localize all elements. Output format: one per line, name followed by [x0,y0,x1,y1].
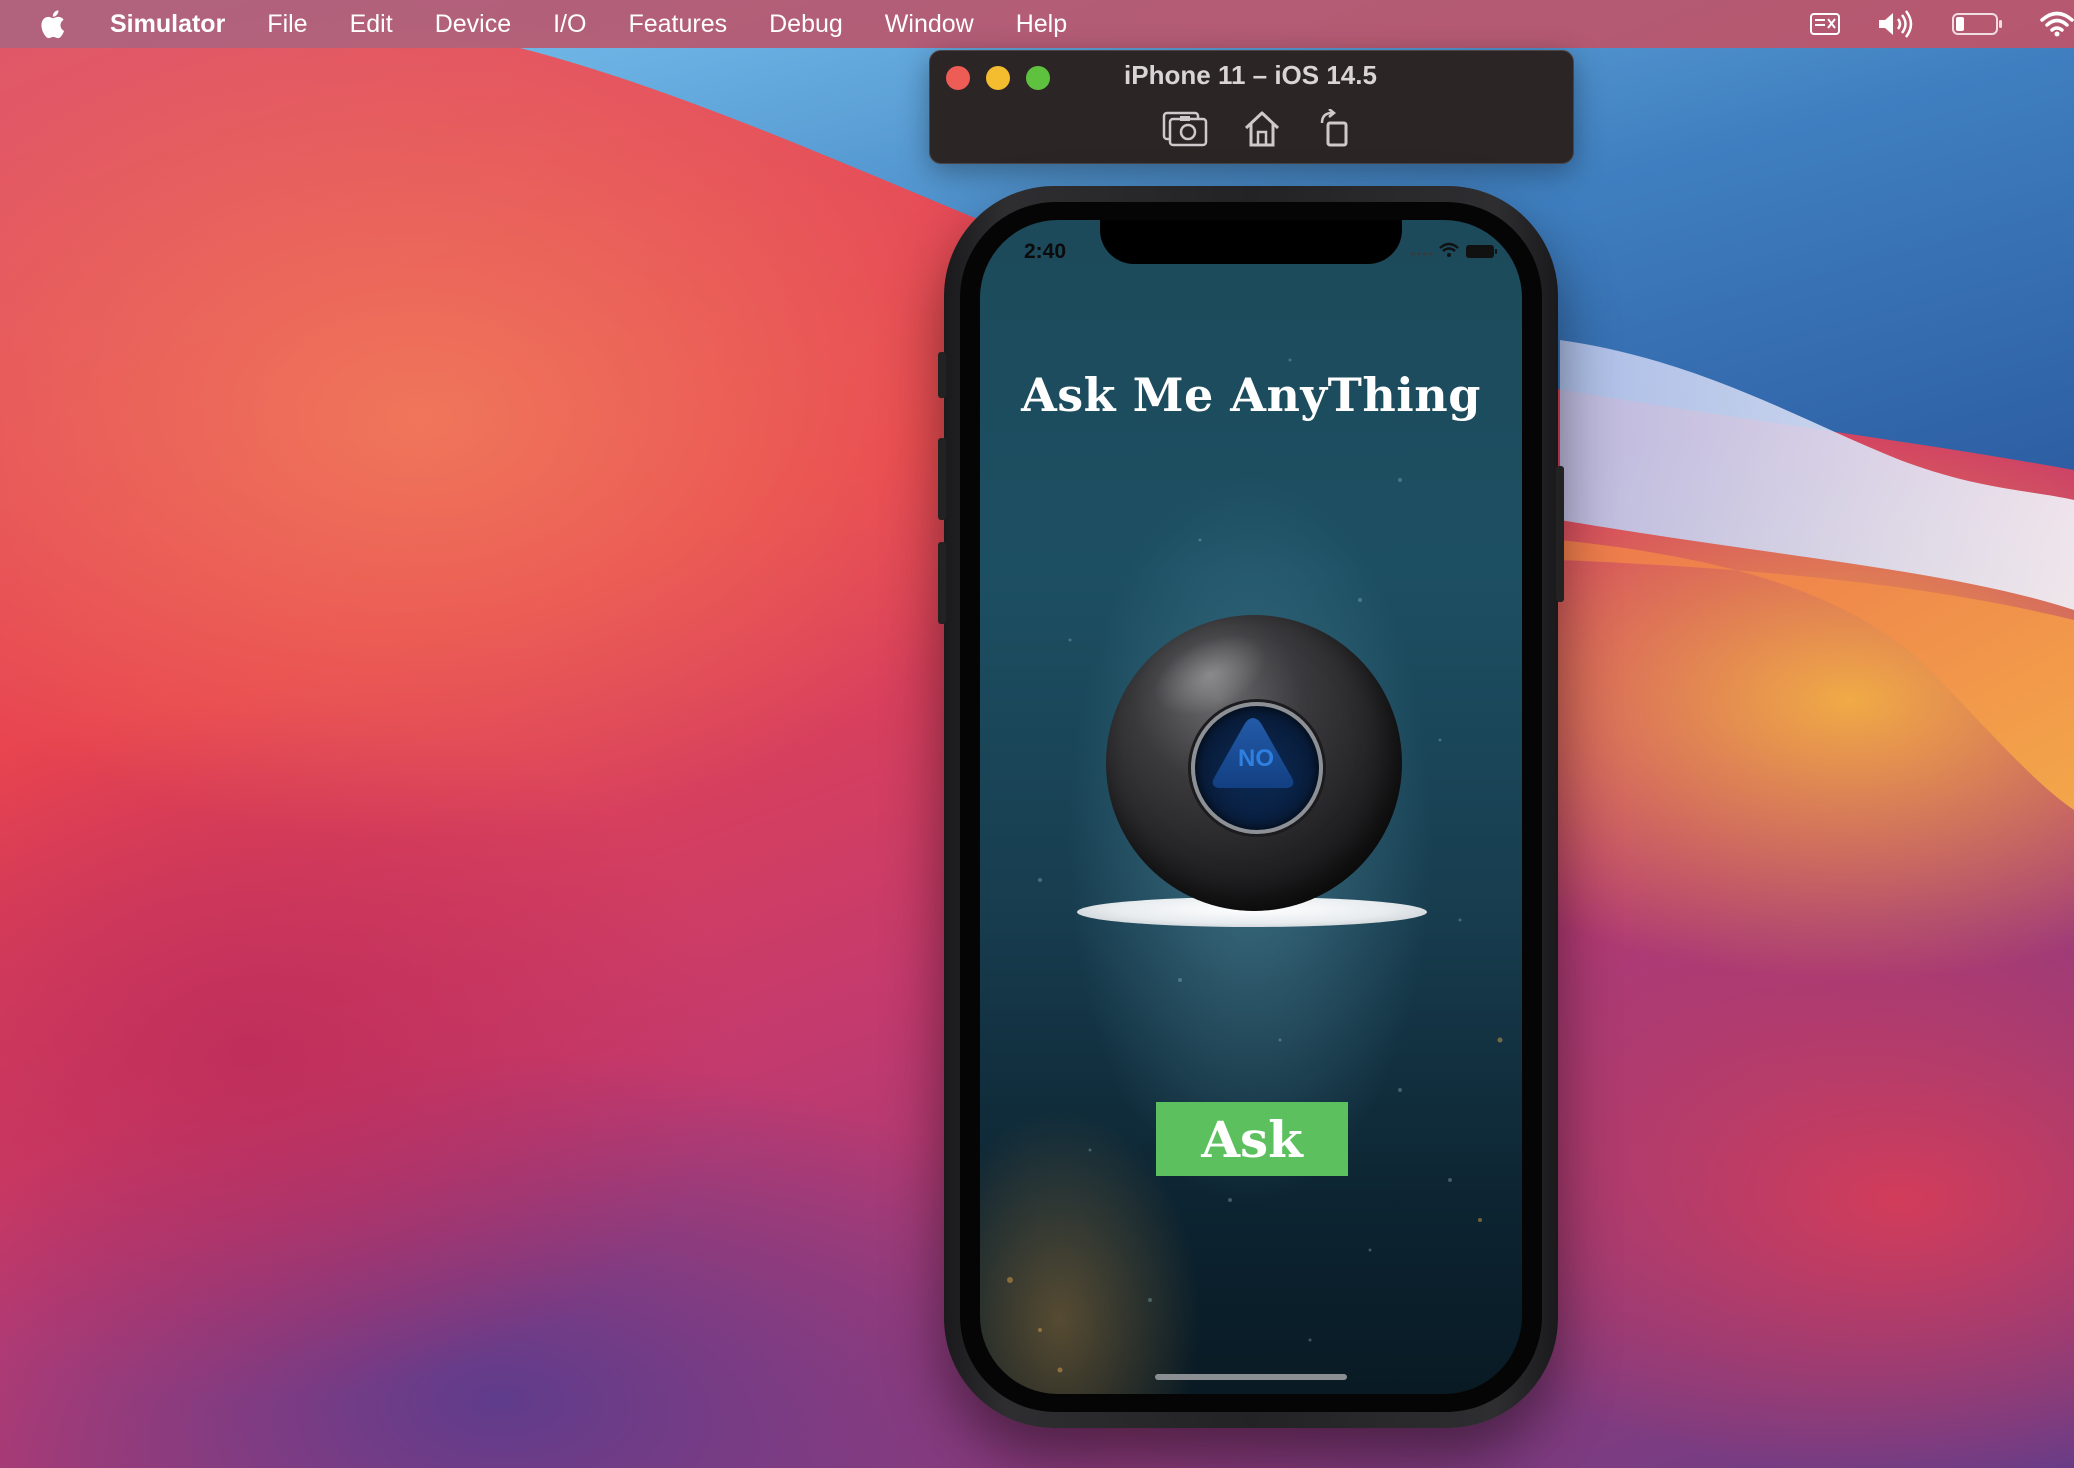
wifi-icon[interactable] [2040,10,2074,38]
status-battery-icon [1466,245,1497,258]
rotate-button[interactable] [1311,106,1359,152]
menu-device[interactable]: Device [435,10,511,39]
menu-debug[interactable]: Debug [769,10,843,39]
volume-up-button[interactable] [938,438,946,520]
menu-help[interactable]: Help [1016,10,1067,39]
volume-down-button[interactable] [938,542,946,624]
status-wifi-icon [1439,242,1459,257]
apple-logo-icon[interactable] [36,7,66,41]
home-icon [1244,111,1280,147]
menu-app-name[interactable]: Simulator [110,10,225,39]
window-minimize-button[interactable] [986,66,1010,90]
answer-text: NO [1238,745,1274,772]
side-power-button[interactable] [1556,466,1564,602]
menu-file[interactable]: File [267,10,307,39]
screenshot-icon [1162,111,1208,147]
menu-edit[interactable]: Edit [350,10,393,39]
status-bar-icons [1411,242,1497,258]
screenshot-button[interactable] [1161,106,1209,152]
menu-io[interactable]: I/O [553,10,586,39]
battery-icon[interactable] [1952,11,2004,37]
window-close-button[interactable] [946,66,970,90]
menu-features[interactable]: Features [628,10,727,39]
mute-switch[interactable] [938,352,946,398]
menu-window[interactable]: Window [885,10,974,39]
input-source-icon[interactable] [1810,12,1840,36]
device-notch [1100,220,1402,264]
volume-icon[interactable] [1876,10,1916,38]
home-button[interactable] [1238,106,1286,152]
cellular-signal-icon [1411,252,1433,256]
rotate-icon [1320,109,1348,147]
menu-bar: Simulator File Edit Device I/O Features … [0,0,2074,48]
window-zoom-button[interactable] [1026,66,1050,90]
app-title: Ask Me AnyThing [1021,368,1481,422]
menu-extras [1774,0,2074,48]
home-indicator[interactable] [1155,1374,1347,1380]
ask-button[interactable]: Ask [1156,1102,1348,1176]
status-bar-time: 2:40 [1024,240,1067,263]
